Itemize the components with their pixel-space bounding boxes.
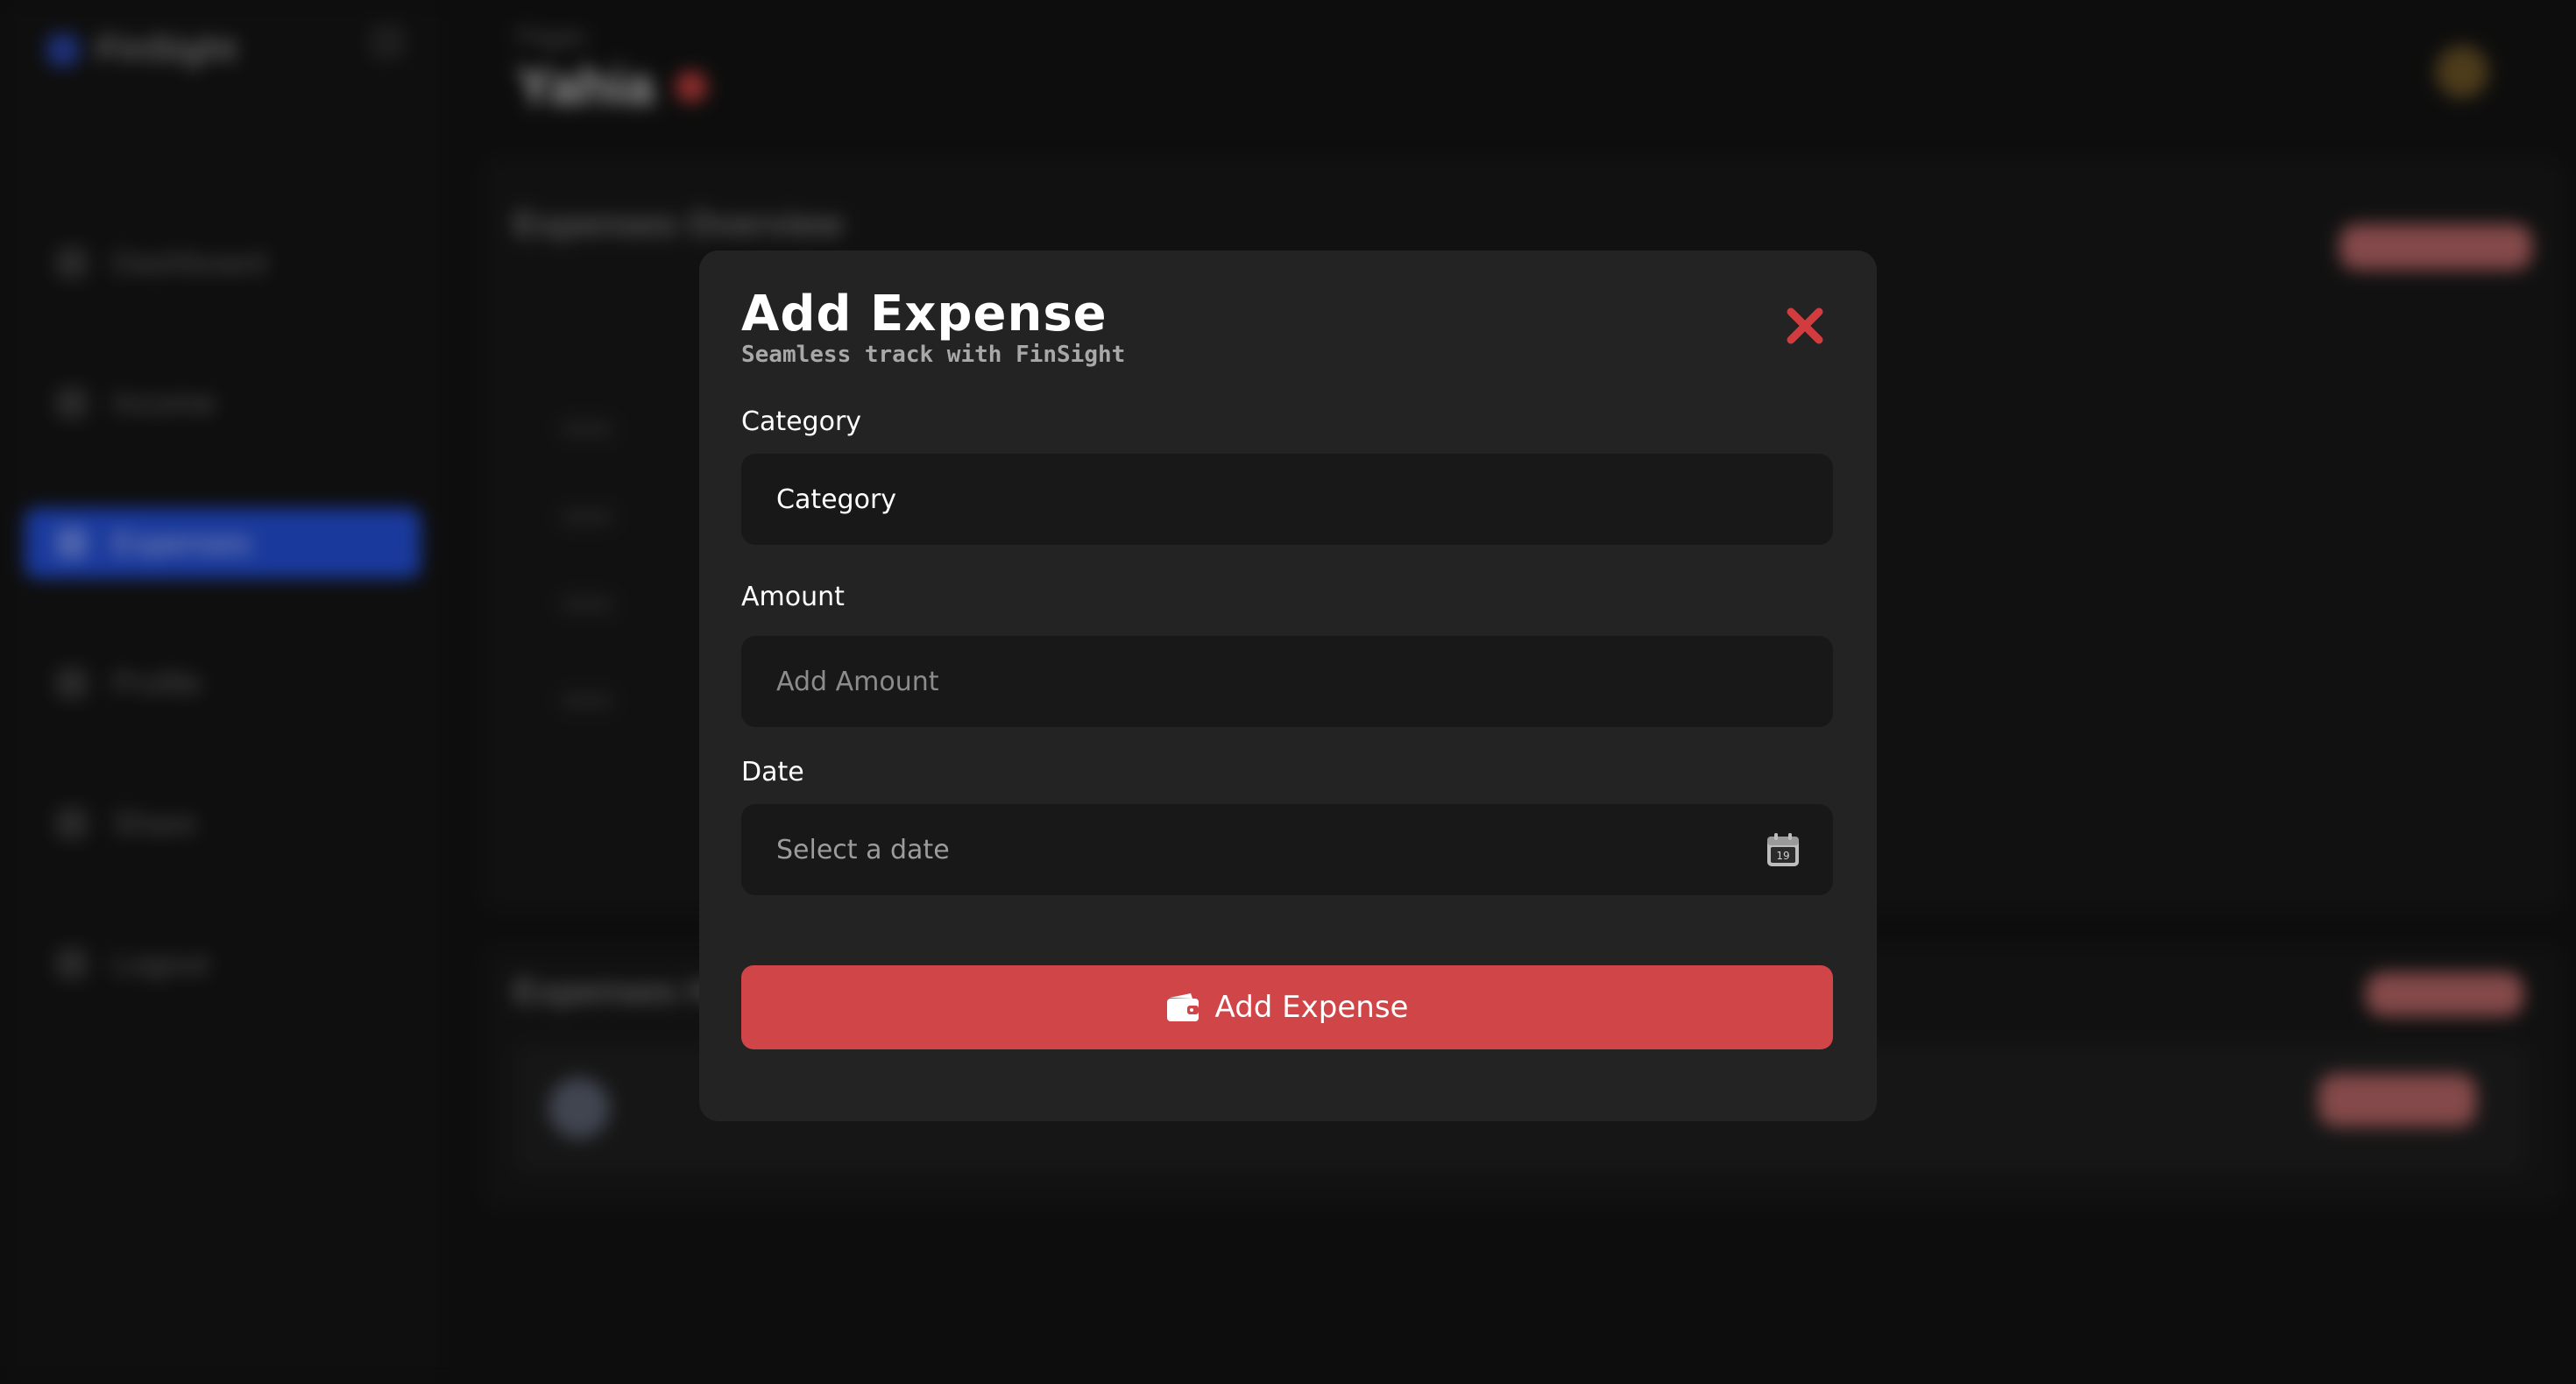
add-expense-button[interactable]: Add Expense <box>741 965 1833 1049</box>
amount-label: Amount <box>741 582 845 612</box>
add-expense-button-label: Add Expense <box>1214 990 1409 1025</box>
category-label: Category <box>741 406 862 437</box>
modal-title: Add Expense <box>741 286 1108 342</box>
date-label: Date <box>741 757 804 787</box>
amount-input[interactable] <box>776 666 1833 697</box>
close-button[interactable] <box>1784 305 1826 347</box>
wallet-icon <box>1166 993 1199 1021</box>
category-select-value: Category <box>776 484 897 515</box>
calendar-day: 19 <box>1776 850 1789 862</box>
category-select[interactable]: Category <box>741 454 1833 545</box>
date-placeholder: Select a date <box>776 834 950 865</box>
date-picker-field[interactable]: Select a date 19 <box>741 804 1833 895</box>
modal-subtitle: Seamless track with FinSight <box>741 342 1126 368</box>
amount-field[interactable] <box>741 636 1833 727</box>
calendar-icon[interactable]: 19 <box>1766 832 1800 867</box>
add-expense-modal: Add Expense Seamless track with FinSight… <box>699 251 1877 1121</box>
close-x-icon <box>1787 307 1823 344</box>
